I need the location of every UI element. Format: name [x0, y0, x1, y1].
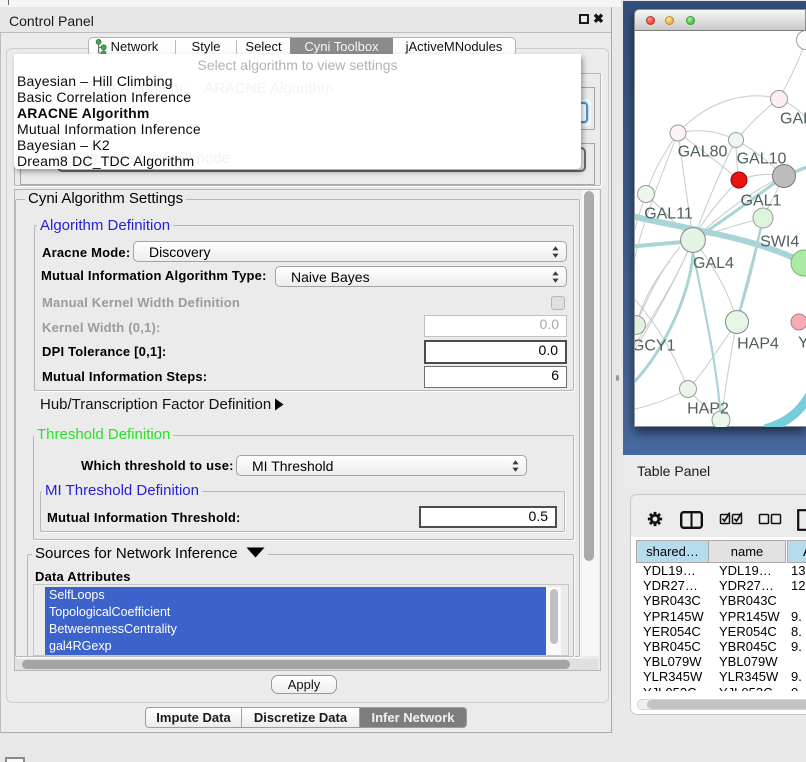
- svg-text:GCY1: GCY1: [635, 338, 676, 355]
- svg-text:GAL80: GAL80: [678, 144, 728, 161]
- svg-text:GAL1: GAL1: [741, 193, 782, 210]
- svg-text:GAL11: GAL11: [644, 206, 693, 223]
- svg-text:GAL10: GAL10: [737, 151, 787, 168]
- svg-text:GAL4: GAL4: [693, 255, 734, 272]
- svg-text:GAL: GAL: [780, 111, 806, 128]
- svg-text:HAP2: HAP2: [687, 401, 729, 418]
- svg-text:Y: Y: [798, 335, 806, 352]
- svg-text:HAP4: HAP4: [737, 336, 779, 353]
- svg-text:SWI4: SWI4: [760, 234, 799, 251]
